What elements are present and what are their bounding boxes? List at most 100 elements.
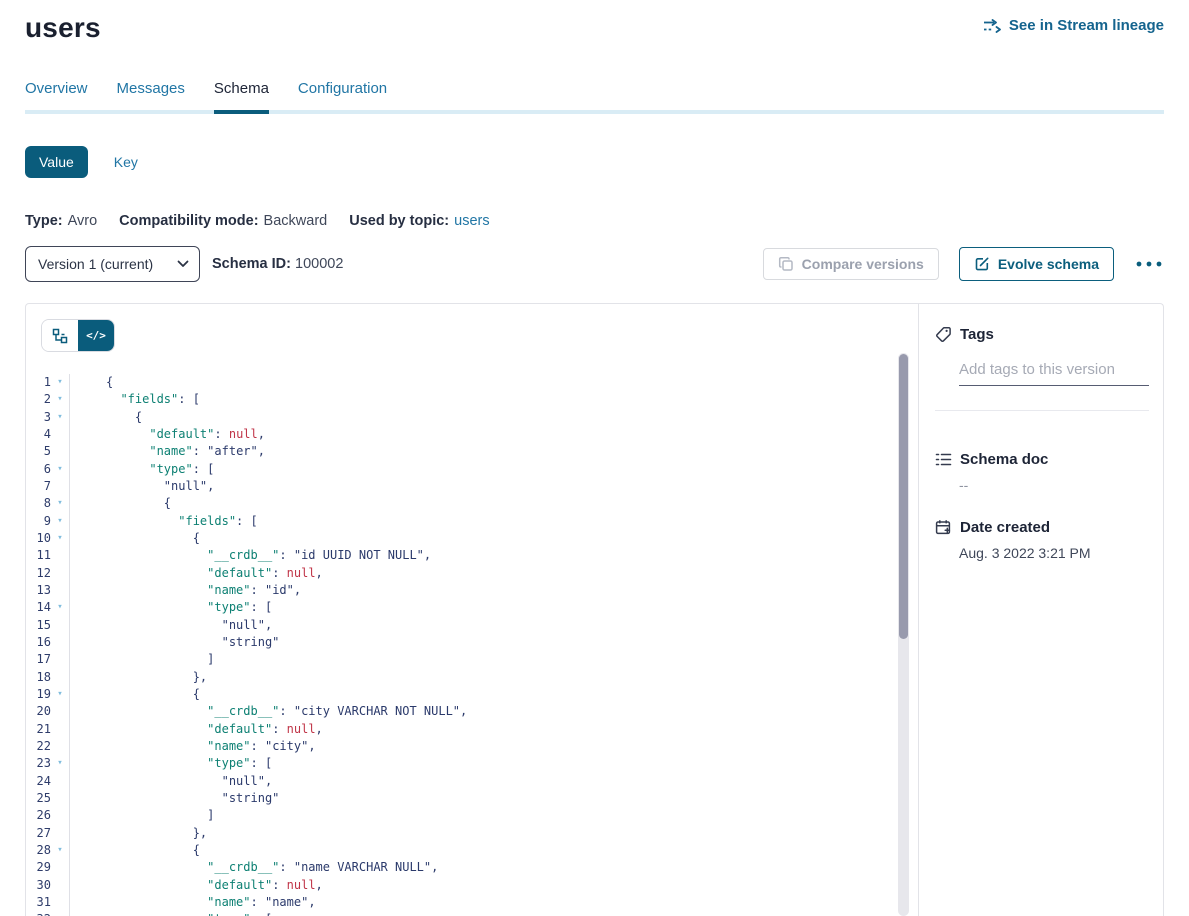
sidebar-divider	[935, 410, 1149, 411]
fold-toggle-icon[interactable]: ▾	[53, 374, 67, 391]
line-number: 27	[26, 825, 51, 842]
code-line-text: "__crdb__": "name VARCHAR NULL",	[69, 859, 438, 876]
fold-toggle-icon[interactable]: ▾	[53, 530, 67, 547]
tree-view-button[interactable]	[42, 320, 78, 351]
line-number: 3	[26, 409, 51, 426]
code-line-text: ]	[69, 807, 214, 824]
code-line-text: "default": null,	[69, 565, 323, 582]
line-number: 22	[26, 738, 51, 755]
fold-toggle-icon[interactable]: ▾	[53, 461, 67, 478]
fold-spacer	[53, 859, 67, 876]
fold-toggle-icon[interactable]: ▾	[53, 495, 67, 512]
code-line: 2▾ "fields": [	[26, 391, 918, 408]
code-view-icon: </>	[86, 329, 106, 342]
code-line-text: "default": null,	[69, 877, 323, 894]
type-value: Avro	[68, 213, 98, 229]
code-line: 27 },	[26, 825, 918, 842]
code-scrollbar-track[interactable]	[898, 353, 909, 916]
code-line-text: {	[69, 530, 200, 547]
page-header: users See in Stream lineage	[0, 0, 1189, 44]
schema-id-value: 100002	[295, 256, 343, 272]
tags-body	[959, 343, 1149, 386]
code-line-text: "name": "city",	[69, 738, 316, 755]
fold-spacer	[53, 634, 67, 651]
line-number: 18	[26, 669, 51, 686]
evolve-schema-button[interactable]: Evolve schema	[959, 247, 1114, 281]
fold-toggle-icon[interactable]: ▾	[53, 391, 67, 408]
value-toggle-button[interactable]: Value	[25, 146, 88, 178]
tab-overview[interactable]: Overview	[25, 80, 88, 114]
tag-icon	[935, 326, 952, 343]
view-mode-toggle: </>	[41, 319, 115, 352]
line-number: 24	[26, 773, 51, 790]
fold-toggle-icon[interactable]: ▾	[53, 409, 67, 426]
code-line: 20 "__crdb__": "city VARCHAR NOT NULL",	[26, 703, 918, 720]
tab-messages[interactable]: Messages	[117, 80, 185, 114]
topic-link[interactable]: users	[454, 213, 489, 229]
calendar-plus-icon	[935, 519, 952, 536]
code-line: 15 "null",	[26, 617, 918, 634]
fold-spacer	[53, 894, 67, 911]
page-title: users	[25, 12, 101, 44]
tags-header: Tags	[935, 326, 1149, 343]
line-number: 9	[26, 513, 51, 530]
stream-lineage-link[interactable]: See in Stream lineage	[983, 17, 1164, 34]
tags-input[interactable]	[959, 357, 1149, 386]
ellipsis-icon	[1136, 261, 1162, 267]
schema-meta-row: Type: Avro Compatibility mode: Backward …	[25, 213, 1164, 229]
code-line-text: "type": [	[69, 755, 272, 772]
code-view-button[interactable]: </>	[78, 320, 114, 351]
tab-configuration[interactable]: Configuration	[298, 80, 387, 114]
fold-toggle-icon[interactable]: ▾	[53, 513, 67, 530]
code-line-text: "string"	[69, 790, 279, 807]
code-line-text: "type": [	[69, 599, 272, 616]
fold-toggle-icon[interactable]: ▾	[53, 842, 67, 859]
line-number: 15	[26, 617, 51, 634]
tags-section: Tags	[935, 326, 1149, 411]
line-number: 4	[26, 426, 51, 443]
code-scrollbar-thumb[interactable]	[899, 354, 908, 639]
meta-used-by-topic: Used by topic: users	[349, 213, 489, 229]
meta-compatibility: Compatibility mode: Backward	[119, 213, 327, 229]
tab-schema[interactable]: Schema	[214, 80, 269, 114]
schema-page: users See in Stream lineage Overview Mes…	[0, 0, 1189, 916]
code-line-text: "default": null,	[69, 721, 323, 738]
line-number: 14	[26, 599, 51, 616]
fold-toggle-icon[interactable]: ▾	[53, 686, 67, 703]
fold-toggle-icon[interactable]: ▾	[53, 755, 67, 772]
code-line: 19▾ {	[26, 686, 918, 703]
code-line: 14▾ "type": [	[26, 599, 918, 616]
schema-doc-header: Schema doc	[935, 451, 1149, 468]
fold-toggle-icon[interactable]: ▾	[53, 911, 67, 916]
date-created-header: Date created	[935, 519, 1149, 536]
line-number: 2	[26, 391, 51, 408]
stream-lineage-label: See in Stream lineage	[1009, 17, 1164, 34]
code-line-text: {	[69, 374, 113, 391]
date-created-section: Date created Aug. 3 2022 3:21 PM	[935, 519, 1149, 561]
code-line-text: {	[69, 686, 200, 703]
code-line-text: "__crdb__": "id UUID NOT NULL",	[69, 547, 431, 564]
edit-icon	[974, 256, 990, 272]
code-line: 28▾ {	[26, 842, 918, 859]
schema-code-panel: </> 1▾{2▾ "fields": [3▾ {4 "default": nu…	[26, 304, 919, 916]
fold-spacer	[53, 565, 67, 582]
key-toggle-button[interactable]: Key	[108, 146, 144, 178]
fold-toggle-icon[interactable]: ▾	[53, 599, 67, 616]
more-options-button[interactable]	[1134, 259, 1164, 269]
list-icon	[935, 451, 952, 468]
stream-lineage-icon	[983, 19, 1002, 33]
code-line-text: "type": [	[69, 461, 214, 478]
compare-versions-button[interactable]: Compare versions	[763, 248, 939, 280]
code-line-text: "null",	[69, 617, 272, 634]
schema-id: Schema ID: 100002	[212, 256, 343, 272]
code-line: 3▾ {	[26, 409, 918, 426]
code-line: 7 "null",	[26, 478, 918, 495]
code-line: 25 "string"	[26, 790, 918, 807]
code-line: 4 "default": null,	[26, 426, 918, 443]
version-select[interactable]: Version 1 (current)	[25, 246, 200, 282]
code-line-text: {	[69, 842, 200, 859]
fold-spacer	[53, 807, 67, 824]
schema-id-label: Schema ID:	[212, 256, 291, 272]
code-line-text: "name": "name",	[69, 894, 316, 911]
code-line-text: "default": null,	[69, 426, 265, 443]
